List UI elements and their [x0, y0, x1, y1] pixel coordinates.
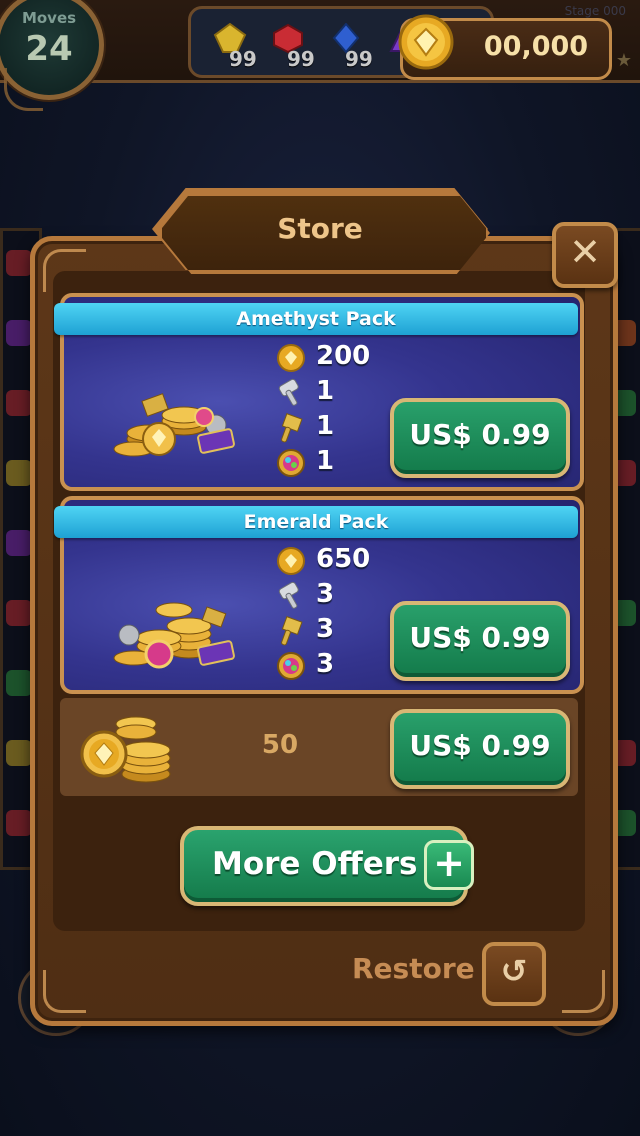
reward-hammer: 3 — [276, 579, 396, 613]
coin-icon — [277, 344, 305, 372]
reward-value: 3 — [316, 614, 335, 644]
bg-gem — [6, 530, 32, 556]
reward-value: 650 — [316, 544, 371, 574]
goal-red: 99 — [267, 19, 315, 71]
moves-value: 24 — [25, 29, 73, 69]
close-button[interactable]: ✕ — [552, 222, 618, 288]
bg-gem — [6, 810, 32, 836]
bg-gem — [6, 600, 32, 626]
moves-label: Moves — [21, 9, 77, 27]
star-icon: ★ — [615, 50, 632, 71]
hammer-icon — [278, 378, 299, 406]
bg-gem — [6, 320, 32, 346]
restore-button[interactable]: ↺ — [482, 942, 546, 1006]
coin-stack-icon — [80, 716, 171, 783]
goal-yellow: 99 — [209, 19, 257, 71]
goal-count: 99 — [229, 47, 257, 71]
buy-coins-button[interactable]: US$ 0.99 — [390, 709, 570, 789]
reward-gold-hammer: 1 — [276, 411, 396, 445]
bg-gem — [6, 740, 32, 766]
goal-blue: 99 — [325, 19, 373, 71]
more-offers-label: More Offers — [212, 846, 418, 882]
buy-amethyst-pack-button[interactable]: US$ 0.99 — [390, 398, 570, 478]
reward-value: 200 — [316, 341, 371, 371]
pack-name: Emerald Pack — [243, 511, 389, 533]
reward-hammer: 1 — [276, 376, 396, 410]
reward-value: 3 — [316, 579, 335, 609]
top-hud: Moves 24 99 99 99 00,000 Stage 000 ★ — [0, 0, 640, 100]
restore-label: Restore — [352, 952, 475, 985]
price-label: US$ 0.99 — [409, 729, 551, 762]
reward-value: 1 — [316, 411, 335, 441]
coin-icon — [398, 14, 454, 70]
rainbow-gem-icon — [277, 652, 305, 680]
pack-ribbon: Amethyst Pack — [54, 303, 578, 335]
plus-icon[interactable]: + — [424, 840, 474, 890]
gold-hammer-icon — [281, 616, 303, 646]
close-icon: ✕ — [569, 230, 601, 274]
rainbow-gem-icon — [277, 449, 305, 477]
hammer-icon — [278, 581, 299, 609]
restore-icon: ↺ — [500, 952, 528, 990]
bg-gem — [6, 390, 32, 416]
price-label: US$ 0.99 — [409, 418, 551, 451]
reward-rainbow-gem: 1 — [276, 446, 396, 480]
bg-gem — [6, 670, 32, 696]
goal-count: 99 — [345, 47, 373, 71]
coin-balance-value: 00,000 — [483, 31, 589, 62]
buy-emerald-pack-button[interactable]: US$ 0.99 — [390, 601, 570, 681]
reward-coins: 650 — [276, 544, 396, 578]
coin-pile-icon — [113, 393, 235, 457]
goal-count: 99 — [287, 47, 315, 71]
stage-label: Stage 000 — [564, 4, 626, 18]
coin-offer-amount: 50 — [261, 730, 299, 760]
store-title: Store — [277, 212, 363, 245]
coin-pile-icon — [113, 602, 235, 669]
gold-hammer-icon — [281, 413, 303, 443]
reward-value: 1 — [316, 376, 335, 406]
ornament-corner — [562, 970, 605, 1013]
reward-coins: 200 — [276, 341, 396, 375]
hud-ornament — [4, 68, 43, 111]
reward-value: 3 — [316, 649, 335, 679]
reward-value: 1 — [316, 446, 335, 476]
reward-gold-hammer: 3 — [276, 614, 396, 648]
pack-name: Amethyst Pack — [236, 308, 396, 330]
pack-ribbon: Emerald Pack — [54, 506, 578, 538]
coin-balance[interactable]: 00,000 — [398, 14, 612, 80]
price-label: US$ 0.99 — [409, 621, 551, 654]
ornament-corner — [43, 249, 86, 292]
bg-gem — [6, 460, 32, 486]
coin-icon — [277, 547, 305, 575]
bg-gem — [6, 250, 32, 276]
ornament-corner — [43, 970, 86, 1013]
reward-rainbow-gem: 3 — [276, 649, 396, 683]
